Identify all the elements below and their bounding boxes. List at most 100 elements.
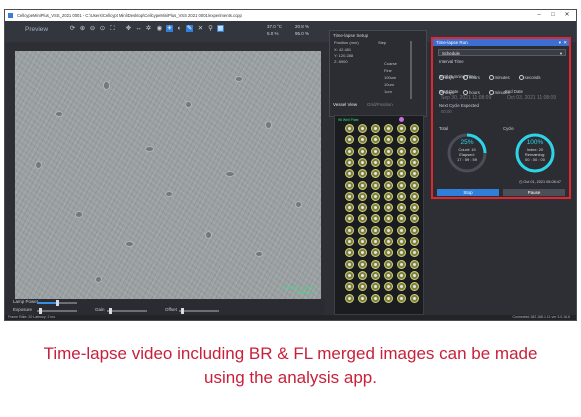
dialog-close-icon[interactable]: ✕ bbox=[563, 39, 567, 46]
well-E5[interactable] bbox=[397, 169, 406, 179]
well-P6[interactable] bbox=[410, 293, 419, 303]
gain-slider[interactable] bbox=[107, 308, 147, 314]
well-H2[interactable] bbox=[358, 203, 367, 213]
well-K3[interactable] bbox=[371, 237, 380, 246]
well-K2[interactable] bbox=[358, 237, 367, 246]
well-H3[interactable] bbox=[371, 203, 380, 213]
well-G6[interactable] bbox=[410, 191, 419, 201]
zoom-fit-icon[interactable]: ⊙ bbox=[99, 25, 106, 32]
gain-thumb[interactable] bbox=[109, 308, 112, 314]
interval-unit-minutes[interactable]: minutes bbox=[488, 75, 510, 81]
dialog-pin-icon[interactable]: ▾ bbox=[559, 39, 561, 46]
well-K6[interactable] bbox=[410, 237, 419, 246]
tab-grid-position[interactable]: Grid/Position bbox=[367, 100, 393, 110]
brightfield-icon[interactable]: ☀ bbox=[166, 25, 173, 32]
close-icon[interactable]: ✕ bbox=[560, 10, 574, 21]
well-D1[interactable] bbox=[345, 157, 354, 167]
well-F6[interactable] bbox=[410, 180, 419, 190]
well-O5[interactable] bbox=[397, 282, 406, 292]
well-G4[interactable] bbox=[384, 191, 393, 201]
exposure-thumb[interactable] bbox=[39, 308, 42, 314]
well-B1[interactable] bbox=[345, 135, 354, 145]
well-N5[interactable] bbox=[397, 270, 406, 280]
well-C5[interactable] bbox=[397, 146, 406, 156]
well-F5[interactable] bbox=[397, 180, 406, 190]
zoom-out-icon[interactable]: ⊖ bbox=[89, 25, 96, 32]
well-O1[interactable] bbox=[345, 282, 354, 292]
lamp-power-thumb[interactable] bbox=[56, 300, 59, 306]
well-O3[interactable] bbox=[371, 282, 380, 292]
well-G3[interactable] bbox=[371, 191, 380, 201]
well-N6[interactable] bbox=[410, 270, 419, 280]
stop-button[interactable]: Stop bbox=[437, 189, 499, 196]
well-H4[interactable] bbox=[384, 203, 393, 213]
arrows-icon[interactable]: ✥ bbox=[125, 25, 132, 32]
well-G2[interactable] bbox=[358, 191, 367, 201]
well-L5[interactable] bbox=[397, 248, 406, 258]
well-O4[interactable] bbox=[384, 282, 393, 292]
well-F1[interactable] bbox=[345, 180, 354, 190]
lamp-power-slider[interactable] bbox=[37, 300, 77, 306]
well-A4[interactable] bbox=[384, 124, 393, 133]
well-C1[interactable] bbox=[345, 146, 354, 156]
well-I6[interactable] bbox=[410, 214, 419, 224]
offset-slider[interactable] bbox=[179, 308, 219, 314]
pause-button[interactable]: Pause bbox=[503, 189, 565, 196]
well-M4[interactable] bbox=[384, 259, 393, 269]
maximize-icon[interactable]: □ bbox=[546, 10, 560, 21]
well-G5[interactable] bbox=[397, 191, 406, 201]
well-E1[interactable] bbox=[345, 169, 354, 179]
well-J5[interactable] bbox=[397, 225, 406, 235]
settings-icon[interactable]: ✲ bbox=[145, 25, 152, 32]
grid-icon[interactable]: ▦ bbox=[217, 25, 224, 32]
fullscreen-icon[interactable]: ⛶ bbox=[109, 25, 116, 32]
tab-vessel-view[interactable]: Vessel View bbox=[333, 100, 357, 110]
well-J3[interactable] bbox=[371, 225, 380, 235]
well-C4[interactable] bbox=[384, 146, 393, 156]
exposure-slider[interactable] bbox=[37, 308, 77, 314]
well-L1[interactable] bbox=[345, 248, 354, 258]
well-N1[interactable] bbox=[345, 270, 354, 280]
well-F3[interactable] bbox=[371, 180, 380, 190]
well-G1[interactable] bbox=[345, 191, 354, 201]
step-option[interactable]: 1um bbox=[384, 89, 392, 94]
well-D2[interactable] bbox=[358, 157, 367, 167]
pin-icon[interactable]: ⚲ bbox=[207, 25, 214, 32]
pen-icon[interactable]: ✎ bbox=[186, 25, 193, 32]
well-P1[interactable] bbox=[345, 293, 354, 303]
well-F4[interactable] bbox=[384, 180, 393, 190]
well-P4[interactable] bbox=[384, 293, 393, 303]
well-L3[interactable] bbox=[371, 248, 380, 258]
well-M1[interactable] bbox=[345, 259, 354, 269]
well-I2[interactable] bbox=[358, 214, 367, 224]
well-P5[interactable] bbox=[397, 293, 406, 303]
well-O6[interactable] bbox=[410, 282, 419, 292]
well-J1[interactable] bbox=[345, 225, 354, 235]
step-option[interactable]: 100um bbox=[384, 75, 396, 80]
step-option[interactable]: Coarse bbox=[384, 61, 397, 66]
well-M2[interactable] bbox=[358, 259, 367, 269]
well-plate-map[interactable]: 96 Well Plate bbox=[334, 115, 424, 315]
well-D5[interactable] bbox=[397, 157, 406, 167]
well-K1[interactable] bbox=[345, 237, 354, 246]
step-option[interactable]: 10um bbox=[384, 82, 394, 87]
well-E3[interactable] bbox=[371, 169, 380, 179]
rotate-icon[interactable]: ⟳ bbox=[69, 25, 76, 32]
well-M3[interactable] bbox=[371, 259, 380, 269]
well-P3[interactable] bbox=[371, 293, 380, 303]
resize-icon[interactable]: ↔ bbox=[135, 25, 142, 32]
well-B5[interactable] bbox=[397, 135, 406, 145]
well-C2[interactable] bbox=[358, 146, 367, 156]
schedule-dropdown[interactable]: Schedule ▾ bbox=[438, 49, 566, 56]
well-K5[interactable] bbox=[397, 237, 406, 246]
well-J2[interactable] bbox=[358, 225, 367, 235]
well-P2[interactable] bbox=[358, 293, 367, 303]
well-L4[interactable] bbox=[384, 248, 393, 258]
camera-icon[interactable]: ◉ bbox=[156, 25, 163, 32]
well-A2[interactable] bbox=[358, 124, 367, 133]
well-H6[interactable] bbox=[410, 203, 419, 213]
well-D4[interactable] bbox=[384, 157, 393, 167]
well-J4[interactable] bbox=[384, 225, 393, 235]
well-H1[interactable] bbox=[345, 203, 354, 213]
well-A1[interactable] bbox=[345, 124, 354, 133]
